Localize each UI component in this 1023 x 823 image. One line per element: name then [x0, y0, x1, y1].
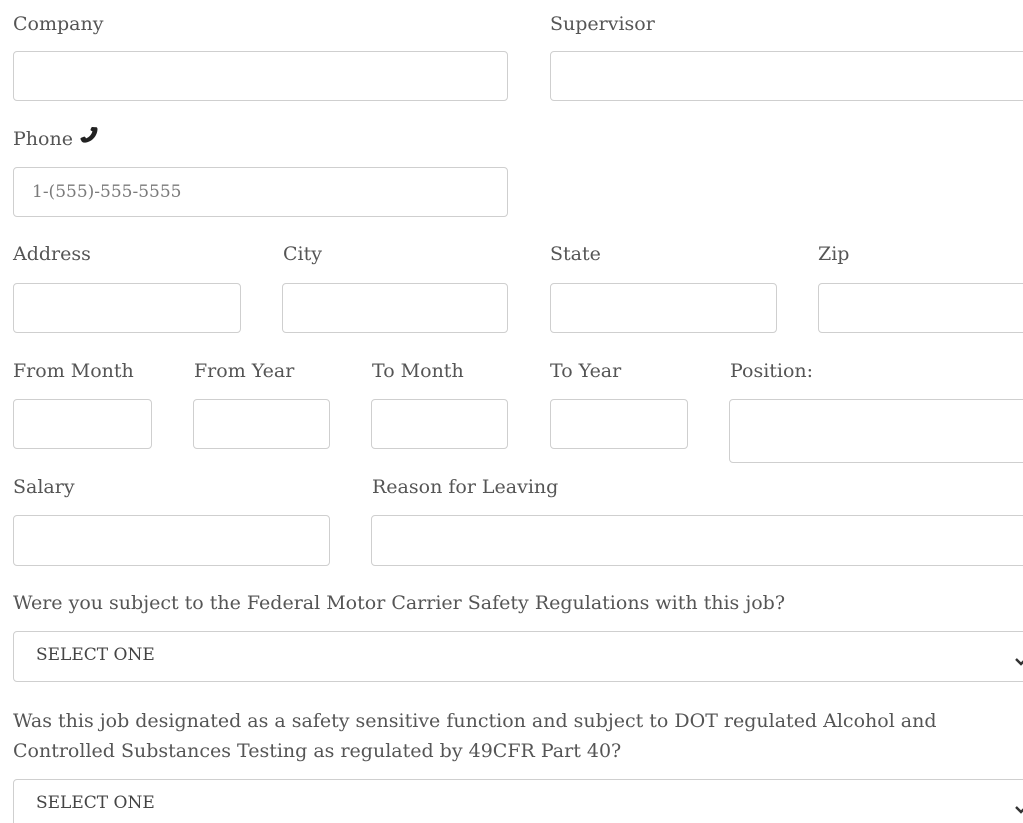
supervisor-input[interactable]	[550, 51, 1023, 101]
to-year-label: To Year	[550, 360, 622, 382]
reason-label: Reason for Leaving	[372, 476, 559, 498]
city-label: City	[283, 243, 322, 265]
salary-input[interactable]	[13, 515, 330, 566]
fmcsr-select-value: SELECT ONE	[36, 645, 155, 665]
dot-select[interactable]: SELECT ONE	[13, 779, 1023, 823]
company-input[interactable]	[13, 51, 508, 101]
chevron-down-icon	[1014, 800, 1023, 820]
position-textarea[interactable]	[729, 399, 1023, 463]
position-label: Position:	[730, 360, 814, 382]
supervisor-label: Supervisor	[550, 13, 655, 35]
fmcsr-question: Were you subject to the Federal Motor Ca…	[13, 592, 786, 614]
phone-icon	[79, 126, 99, 150]
city-input[interactable]	[282, 283, 508, 333]
address-input[interactable]	[13, 283, 241, 333]
dot-question: Was this job designated as a safety sens…	[13, 710, 937, 762]
phone-input[interactable]	[13, 167, 508, 217]
from-year-input[interactable]	[193, 399, 330, 449]
reason-input[interactable]	[371, 515, 1023, 566]
phone-label: Phone	[13, 126, 99, 151]
fmcsr-select[interactable]: SELECT ONE	[13, 631, 1023, 682]
zip-label: Zip	[818, 243, 850, 265]
state-label: State	[550, 243, 601, 265]
company-label: Company	[13, 13, 104, 35]
from-month-label: From Month	[13, 360, 134, 382]
from-month-input[interactable]	[13, 399, 152, 449]
to-year-input[interactable]	[550, 399, 688, 449]
state-input[interactable]	[550, 283, 777, 333]
zip-input[interactable]	[818, 283, 1023, 333]
dot-select-value: SELECT ONE	[36, 793, 155, 813]
from-year-label: From Year	[194, 360, 295, 382]
address-label: Address	[13, 243, 91, 265]
to-month-input[interactable]	[371, 399, 508, 449]
chevron-down-icon	[1014, 652, 1023, 672]
phone-label-text: Phone	[13, 128, 73, 150]
to-month-label: To Month	[372, 360, 464, 382]
salary-label: Salary	[13, 476, 75, 498]
